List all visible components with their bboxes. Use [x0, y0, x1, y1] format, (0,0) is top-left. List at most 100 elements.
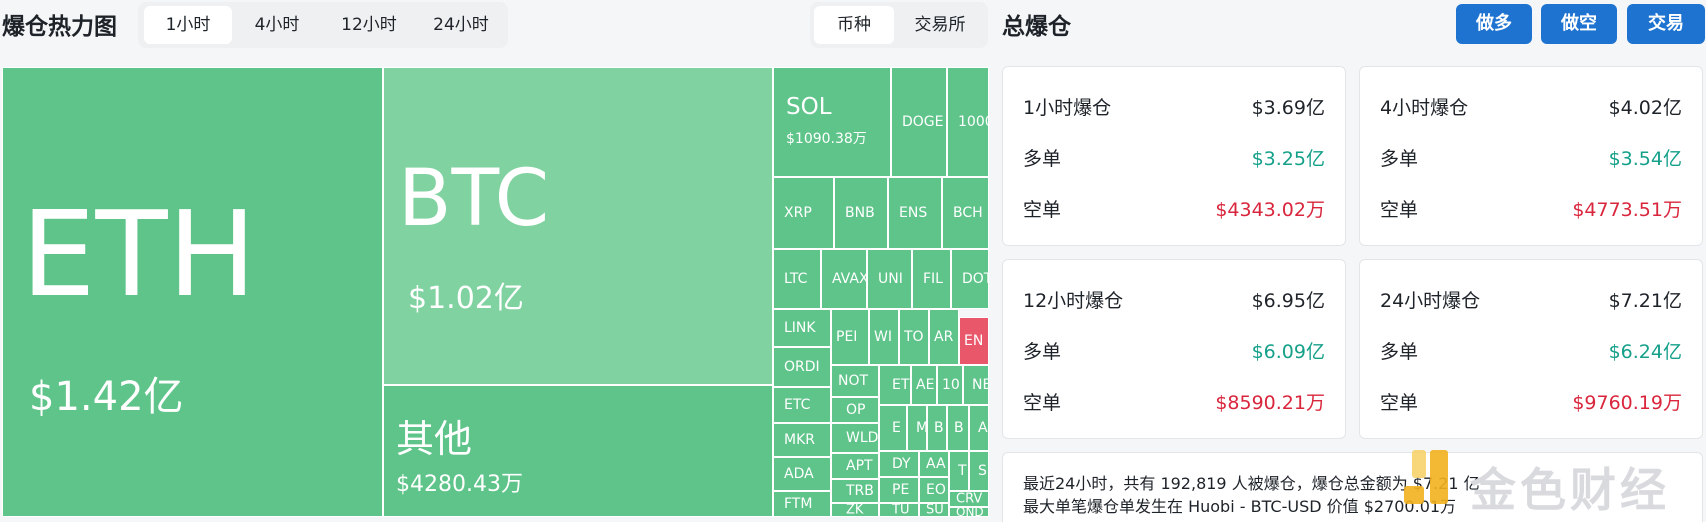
liquidation-page: 爆仓热力图 1小时 4小时 12小时 24小时 币种 交易所 总爆仓 做多 做空… — [0, 0, 1706, 522]
card-title: 4小时爆仓 — [1380, 97, 1469, 119]
tile-coin[interactable]: AR — [929, 309, 959, 365]
short-value: $9760.19万 — [1572, 392, 1682, 414]
tab-1h[interactable]: 1小时 — [144, 6, 232, 44]
tile-others-value: $4280.43万 — [396, 472, 523, 497]
tile-coin[interactable]: ZK — [831, 503, 879, 517]
tile-btc-name: BTC — [398, 154, 550, 244]
tile-coin[interactable]: AE — [911, 365, 937, 405]
tile-coin[interactable]: BCH — [942, 177, 989, 249]
tile-coin[interactable]: S — [969, 451, 989, 491]
tile-btc-value: $1.02亿 — [408, 281, 524, 316]
tile-coin[interactable]: LINK — [773, 309, 831, 347]
tile-eth[interactable]: ETH $1.42亿 — [2, 67, 383, 517]
tile-coin[interactable]: AA — [919, 451, 949, 477]
long-label: 多单 — [1380, 148, 1419, 170]
tile-coin[interactable]: ADA — [773, 457, 831, 491]
tab-12h[interactable]: 12小时 — [322, 6, 416, 44]
tile-sol-name: SOL — [786, 94, 832, 120]
watermark-logo-icon — [1404, 450, 1448, 504]
card-24h: 24小时爆仓 $7.21亿 多单 $6.24亿 空单 $9760.19万 — [1359, 259, 1703, 439]
tile-coin[interactable]: WI — [869, 309, 899, 365]
tile-coin[interactable]: PEI — [831, 309, 869, 365]
tile-coin[interactable]: NOT — [831, 365, 879, 397]
tile-coin[interactable]: DOT — [951, 249, 989, 309]
tile-sol-value: $1090.38万 — [786, 131, 867, 147]
tile-coin[interactable]: OND — [949, 507, 989, 517]
card-1h: 1小时爆仓 $3.69亿 多单 $3.25亿 空单 $4343.02万 — [1002, 66, 1346, 246]
long-value: $6.24亿 — [1608, 341, 1682, 363]
tile-coin[interactable]: DY — [879, 451, 919, 477]
tile-coin[interactable]: BNB — [834, 177, 888, 249]
tile-coin[interactable]: UNI — [867, 249, 912, 309]
trade-button[interactable]: 交易 — [1627, 4, 1705, 44]
tile-coin[interactable]: TRB — [831, 479, 879, 503]
tile-coin[interactable]: OP — [831, 397, 879, 423]
tile-coin[interactable]: TO — [899, 309, 929, 365]
short-button[interactable]: 做空 — [1541, 4, 1617, 44]
tile-coin[interactable]: TU — [879, 503, 919, 517]
tile-coin[interactable]: ETC — [773, 387, 831, 423]
tile-coin[interactable]: SU — [919, 503, 949, 517]
tile-coin[interactable]: XRP — [773, 177, 834, 249]
tile-coin[interactable]: B — [947, 405, 969, 451]
tile-coin-short[interactable]: EN — [959, 317, 989, 365]
long-label: 多单 — [1023, 148, 1062, 170]
long-label: 多单 — [1023, 341, 1062, 363]
tile-coin[interactable]: AVAX — [821, 249, 867, 309]
tile-coin[interactable]: NE — [963, 365, 989, 405]
tile-coin[interactable]: 1000 — [947, 67, 989, 177]
card-4h: 4小时爆仓 $4.02亿 多单 $3.54亿 空单 $4773.51万 — [1359, 66, 1703, 246]
short-label: 空单 — [1023, 392, 1062, 414]
tile-coin[interactable]: MKR — [773, 423, 831, 457]
tile-others-name: 其他 — [396, 417, 473, 461]
tile-coin[interactable]: FTM — [773, 491, 831, 517]
short-label: 空单 — [1380, 392, 1419, 414]
watermark-text: 金色财经 — [1470, 463, 1670, 517]
long-value: $3.54亿 — [1608, 148, 1682, 170]
tile-coin[interactable]: EO — [919, 477, 949, 503]
tile-coin[interactable]: ORDI — [773, 347, 831, 387]
tile-coin[interactable]: ET — [879, 365, 911, 405]
tile-coin[interactable]: 10 — [937, 365, 963, 405]
long-value: $6.09亿 — [1251, 341, 1325, 363]
heatmap: ETH $1.42亿 BTC $1.02亿 其他 $4280.43万 SOL $… — [2, 67, 989, 517]
tab-by-exchange[interactable]: 交易所 — [896, 6, 984, 44]
tile-btc[interactable]: BTC $1.02亿 — [383, 67, 773, 385]
tile-coin[interactable]: E — [879, 405, 907, 451]
tile-coin[interactable]: DOGE — [891, 67, 947, 177]
watermark: 金色财经 — [1398, 442, 1706, 522]
short-label: 空单 — [1023, 199, 1062, 221]
card-title: 1小时爆仓 — [1023, 97, 1112, 119]
tile-coin[interactable]: LTC — [773, 249, 821, 309]
tab-24h[interactable]: 24小时 — [418, 6, 504, 44]
short-label: 空单 — [1380, 199, 1419, 221]
tile-eth-name: ETH — [21, 185, 257, 323]
long-button[interactable]: 做多 — [1456, 4, 1532, 44]
tile-coin[interactable]: WLD — [831, 423, 879, 453]
summary-line-2: 最大单笔爆仓单发生在 Huobi - BTC-USD 价值 $2700.01万 — [1023, 497, 1457, 516]
total-liquidation-title: 总爆仓 — [1002, 14, 1071, 40]
tile-coin[interactable]: CRV — [949, 491, 989, 507]
tile-coin[interactable]: B — [927, 405, 947, 451]
tile-coin[interactable]: APT — [831, 453, 879, 479]
tile-others[interactable]: 其他 $4280.43万 — [383, 385, 773, 517]
card-total: $7.21亿 — [1608, 290, 1682, 312]
long-value: $3.25亿 — [1251, 148, 1325, 170]
tile-coin[interactable]: ENS — [888, 177, 942, 249]
tile-eth-value: $1.42亿 — [29, 374, 184, 420]
card-total: $3.69亿 — [1251, 97, 1325, 119]
tile-coin[interactable]: M — [907, 405, 927, 451]
card-title: 12小时爆仓 — [1023, 290, 1124, 312]
short-value: $4773.51万 — [1572, 199, 1682, 221]
time-range-tabs: 1小时 4小时 12小时 24小时 — [138, 2, 508, 48]
card-total: $6.95亿 — [1251, 290, 1325, 312]
tile-coin[interactable]: FIL — [912, 249, 951, 309]
tile-coin[interactable]: PE — [879, 477, 919, 503]
tile-sol[interactable]: SOL $1090.38万 — [773, 67, 891, 177]
view-tabs: 币种 交易所 — [810, 2, 988, 48]
tile-coin[interactable]: A — [969, 405, 989, 451]
card-12h: 12小时爆仓 $6.95亿 多单 $6.09亿 空单 $8590.21万 — [1002, 259, 1346, 439]
tile-coin[interactable]: T — [949, 451, 969, 491]
tab-4h[interactable]: 4小时 — [234, 6, 320, 44]
tab-by-coin[interactable]: 币种 — [814, 6, 894, 44]
